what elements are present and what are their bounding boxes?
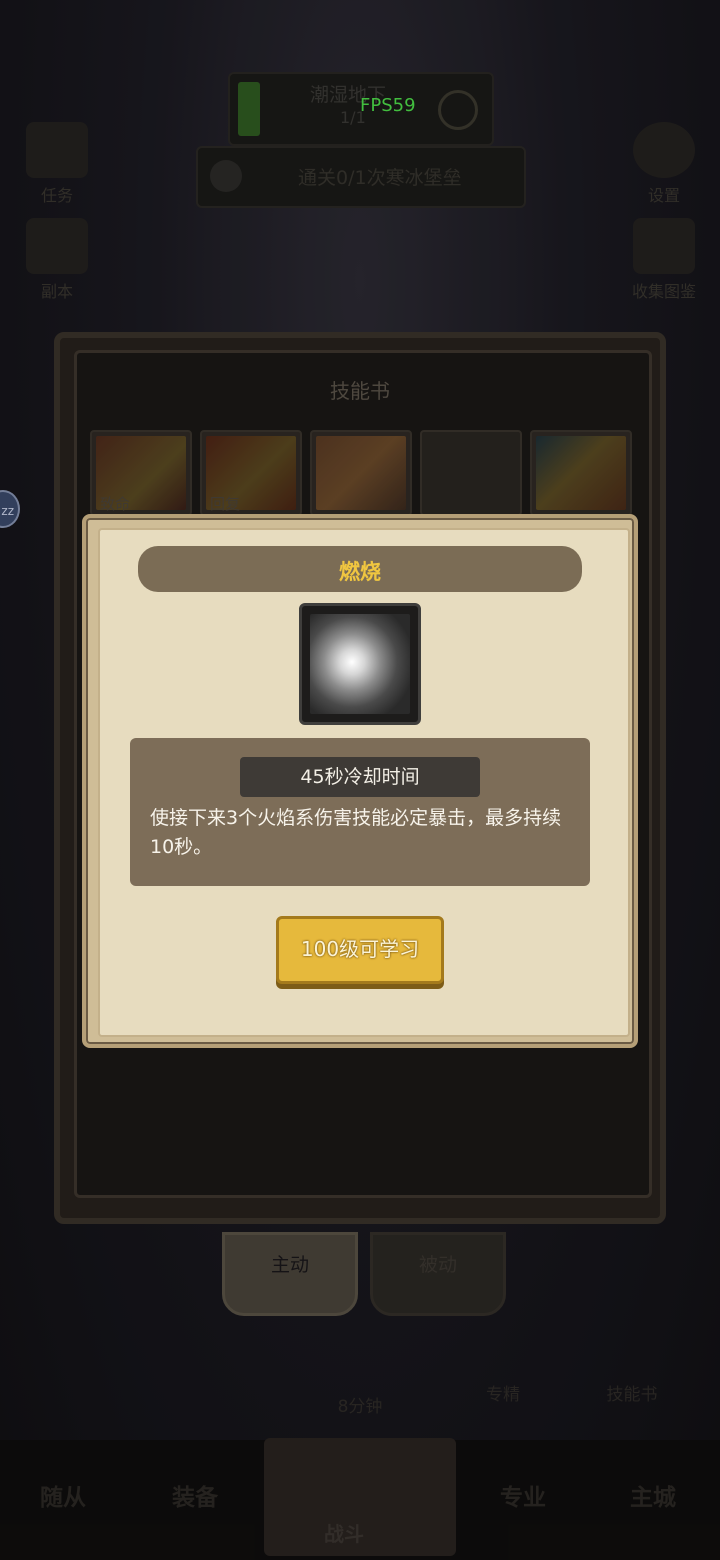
cooldown-label: 45秒冷却时间: [240, 757, 480, 797]
skill-description: 使接下来3个火焰系伤害技能必定暴击，最多持续10秒。: [150, 807, 562, 858]
skill-icon-frame: [299, 603, 421, 725]
learn-button[interactable]: 100级可学习: [276, 916, 444, 984]
skill-name: 燃烧: [339, 560, 381, 584]
fire-swirl-skill-icon: [310, 614, 410, 714]
